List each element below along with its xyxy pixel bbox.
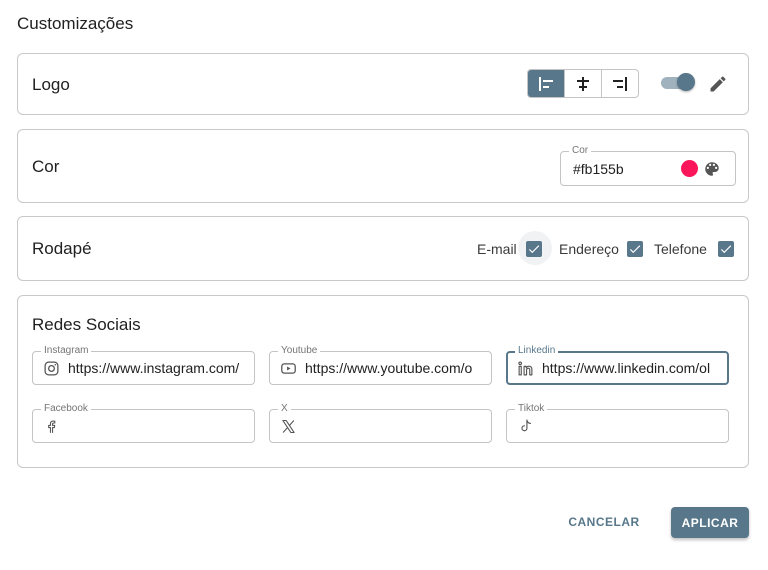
linkedin-input[interactable]: [542, 359, 722, 377]
facebook-field[interactable]: Facebook: [32, 403, 255, 443]
youtube-icon: [281, 363, 296, 374]
youtube-label: Youtube: [278, 345, 321, 357]
cancel-button[interactable]: CANCELAR: [560, 508, 648, 536]
footer-card: Rodapé E-mail Endereço Telefone: [17, 216, 749, 281]
instagram-input[interactable]: [68, 359, 248, 377]
social-card: Redes Sociais Instagram Youtube Linkedin…: [17, 295, 749, 468]
align-center-button[interactable]: [564, 70, 601, 97]
page-title: Customizações: [17, 14, 134, 33]
address-checkbox[interactable]: [627, 241, 643, 257]
pencil-icon: [710, 76, 726, 92]
x-input[interactable]: [305, 417, 485, 435]
align-left-icon: [539, 76, 553, 91]
color-field[interactable]: Cor #fb155b: [560, 145, 736, 186]
edit-logo-button[interactable]: [708, 74, 728, 94]
color-card: Cor Cor #fb155b: [17, 129, 749, 203]
logo-visibility-toggle[interactable]: [661, 73, 695, 91]
address-checkbox-label: Endereço: [559, 241, 619, 257]
align-left-button[interactable]: [528, 70, 564, 97]
align-right-icon: [613, 76, 627, 91]
phone-checkbox-label: Telefone: [654, 241, 707, 257]
color-field-label: Cor: [569, 145, 592, 157]
facebook-input[interactable]: [68, 417, 248, 435]
linkedin-field[interactable]: Linkedin: [506, 345, 729, 385]
x-label: X: [278, 403, 291, 415]
align-right-button[interactable]: [601, 70, 638, 97]
linkedin-icon: [518, 361, 533, 376]
align-center-icon: [577, 76, 589, 91]
youtube-input[interactable]: [305, 359, 485, 377]
color-swatch: [681, 160, 698, 177]
facebook-icon: [48, 420, 56, 433]
footer-title: Rodapé: [32, 239, 92, 258]
linkedin-label: Linkedin: [515, 345, 559, 357]
email-checkbox[interactable]: [526, 241, 542, 257]
social-title: Redes Sociais: [32, 315, 141, 334]
apply-button[interactable]: APLICAR: [671, 507, 749, 538]
phone-checkbox[interactable]: [718, 241, 734, 257]
check-icon: [720, 245, 732, 254]
facebook-label: Facebook: [41, 403, 91, 415]
check-icon: [528, 245, 540, 254]
tiktok-field[interactable]: Tiktok: [506, 403, 729, 443]
logo-alignment-group: [527, 69, 639, 98]
tiktok-label: Tiktok: [515, 403, 548, 415]
palette-icon: [705, 162, 719, 176]
instagram-field[interactable]: Instagram: [32, 345, 255, 385]
youtube-field[interactable]: Youtube: [269, 345, 492, 385]
x-field[interactable]: X: [269, 403, 492, 443]
check-icon: [629, 245, 641, 254]
instagram-icon: [44, 361, 59, 376]
tiktok-icon: [521, 419, 532, 432]
logo-card: Logo: [17, 53, 749, 115]
x-icon: [282, 419, 295, 434]
logo-title: Logo: [32, 75, 70, 94]
color-title: Cor: [32, 157, 60, 176]
color-picker-button[interactable]: [703, 160, 721, 178]
email-checkbox-label: E-mail: [477, 241, 517, 257]
instagram-label: Instagram: [41, 345, 92, 357]
tiktok-input[interactable]: [542, 417, 722, 435]
color-value: #fb155b: [573, 161, 624, 177]
